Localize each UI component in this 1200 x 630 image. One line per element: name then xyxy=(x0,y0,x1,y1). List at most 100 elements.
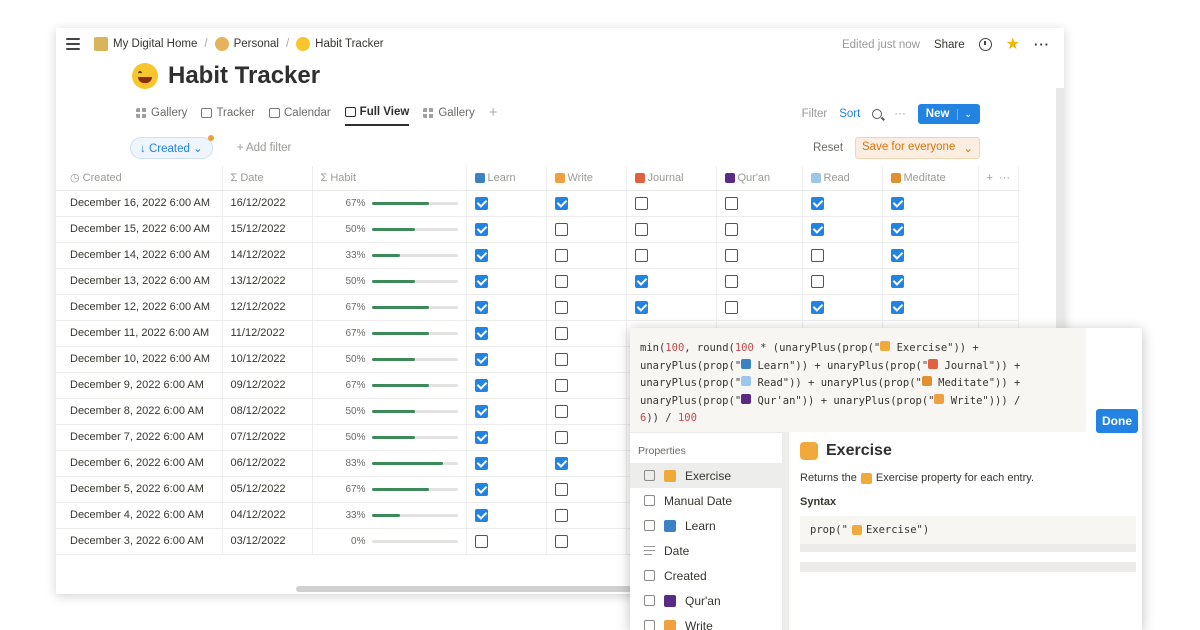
cell-learn[interactable] xyxy=(466,372,547,399)
breadcrumb-personal[interactable]: Personal xyxy=(234,38,279,50)
cell-date[interactable]: 08/12/2022 xyxy=(222,398,313,425)
share-button[interactable]: Share xyxy=(934,39,965,51)
add-view-button[interactable]: + xyxy=(489,104,498,127)
cell-meditate[interactable] xyxy=(882,216,979,243)
cell-write[interactable] xyxy=(546,346,627,373)
cell-write[interactable] xyxy=(546,476,627,503)
cell-journal[interactable] xyxy=(626,190,717,217)
star-icon[interactable]: ★ xyxy=(1006,36,1020,52)
cell-created[interactable]: December 12, 2022 6:00 AM xyxy=(56,294,223,321)
cell-habit[interactable]: 0% xyxy=(312,528,467,555)
tab-gallery[interactable]: Gallery xyxy=(136,107,187,125)
column-header-learn[interactable]: Learn xyxy=(466,166,547,191)
checkbox-write[interactable] xyxy=(554,430,568,444)
cell-meditate[interactable] xyxy=(882,294,979,321)
cell-read[interactable] xyxy=(802,216,883,243)
cell-habit[interactable]: 50% xyxy=(312,216,467,243)
cell-created[interactable]: December 14, 2022 6:00 AM xyxy=(56,242,223,269)
cell-date[interactable]: 12/12/2022 xyxy=(222,294,313,321)
cell-created[interactable]: December 7, 2022 6:00 AM xyxy=(56,424,223,451)
cell-date[interactable]: 11/12/2022 xyxy=(222,320,313,347)
cell-habit[interactable]: 50% xyxy=(312,268,467,295)
cell-journal[interactable] xyxy=(626,242,717,269)
checkbox-meditate[interactable] xyxy=(890,196,904,210)
cell-created[interactable]: December 4, 2022 6:00 AM xyxy=(56,502,223,529)
column-header-created[interactable]: ◷ Created xyxy=(56,166,223,191)
checkbox-write[interactable] xyxy=(554,222,568,236)
tab-calendar[interactable]: Calendar xyxy=(269,107,331,125)
filter-button[interactable]: Filter xyxy=(802,108,828,120)
cell-meditate[interactable] xyxy=(882,190,979,217)
cell-learn[interactable] xyxy=(466,398,547,425)
property-item-write[interactable]: Write xyxy=(630,613,782,630)
checkbox-write[interactable] xyxy=(554,378,568,392)
breadcrumb-home[interactable]: My Digital Home xyxy=(113,38,197,50)
checkbox-journal[interactable] xyxy=(634,274,648,288)
cell-habit[interactable]: 50% xyxy=(312,346,467,373)
cell-habit[interactable]: 50% xyxy=(312,424,467,451)
checkbox-quran[interactable] xyxy=(724,300,738,314)
cell-created[interactable]: December 13, 2022 6:00 AM xyxy=(56,268,223,295)
cell-date[interactable]: 13/12/2022 xyxy=(222,268,313,295)
checkbox-write[interactable] xyxy=(554,300,568,314)
property-item-manual-date[interactable]: Manual Date xyxy=(630,488,782,513)
column-header-quran[interactable]: Qur'an xyxy=(716,166,803,191)
cell-read[interactable] xyxy=(802,268,883,295)
cell-learn[interactable] xyxy=(466,320,547,347)
cell-learn[interactable] xyxy=(466,450,547,477)
checkbox-read[interactable] xyxy=(810,196,824,210)
checkbox-learn[interactable] xyxy=(474,248,488,262)
cell-habit[interactable]: 83% xyxy=(312,450,467,477)
column-header-read[interactable]: Read xyxy=(802,166,883,191)
column-header-write[interactable]: Write xyxy=(546,166,627,191)
cell-created[interactable]: December 3, 2022 6:00 AM xyxy=(56,528,223,555)
checkbox-quran[interactable] xyxy=(724,196,738,210)
checkbox-learn[interactable] xyxy=(474,430,488,444)
cell-created[interactable]: December 10, 2022 6:00 AM xyxy=(56,346,223,373)
column-header-meditate[interactable]: Meditate xyxy=(882,166,979,191)
cell-date[interactable]: 10/12/2022 xyxy=(222,346,313,373)
cell-write[interactable] xyxy=(546,450,627,477)
cell-created[interactable]: December 6, 2022 6:00 AM xyxy=(56,450,223,477)
checkbox-read[interactable] xyxy=(810,248,824,262)
cell-created[interactable]: December 16, 2022 6:00 AM xyxy=(56,190,223,217)
checkbox-learn[interactable] xyxy=(474,196,488,210)
cell-learn[interactable] xyxy=(466,476,547,503)
checkbox-write[interactable] xyxy=(554,326,568,340)
cell-learn[interactable] xyxy=(466,216,547,243)
checkbox-learn[interactable] xyxy=(474,352,488,366)
cell-journal[interactable] xyxy=(626,294,717,321)
more-icon[interactable]: ··· xyxy=(1034,37,1050,52)
cell-date[interactable]: 04/12/2022 xyxy=(222,502,313,529)
menu-icon[interactable] xyxy=(66,38,80,50)
checkbox-meditate[interactable] xyxy=(890,248,904,262)
done-button[interactable]: Done xyxy=(1096,409,1138,433)
table-row[interactable]: December 14, 2022 6:00 AM 14/12/2022 33% xyxy=(56,242,1020,269)
cell-learn[interactable] xyxy=(466,502,547,529)
add-column-button[interactable]: + ··· xyxy=(978,166,1020,191)
cell-meditate[interactable] xyxy=(882,268,979,295)
cell-habit[interactable]: 33% xyxy=(312,502,467,529)
table-row[interactable]: December 16, 2022 6:00 AM 16/12/2022 67% xyxy=(56,190,1020,217)
chevron-down-icon[interactable]: ⌄ xyxy=(963,141,973,155)
checkbox-learn[interactable] xyxy=(474,404,488,418)
cell-write[interactable] xyxy=(546,190,627,217)
cell-learn[interactable] xyxy=(466,528,547,555)
cell-write[interactable] xyxy=(546,502,627,529)
column-header-date[interactable]: Σ Date xyxy=(222,166,313,191)
cell-habit[interactable]: 50% xyxy=(312,398,467,425)
checkbox-learn[interactable] xyxy=(474,534,488,548)
cell-date[interactable]: 16/12/2022 xyxy=(222,190,313,217)
add-filter-button[interactable]: + Add filter xyxy=(237,142,292,154)
checkbox-learn[interactable] xyxy=(474,222,488,236)
checkbox-meditate[interactable] xyxy=(890,300,904,314)
sort-created-pill[interactable]: ↓ Created ⌄ xyxy=(130,135,214,159)
cell-habit[interactable]: 67% xyxy=(312,320,467,347)
cell-date[interactable]: 05/12/2022 xyxy=(222,476,313,503)
cell-created[interactable]: December 9, 2022 6:00 AM xyxy=(56,372,223,399)
reset-button[interactable]: Reset xyxy=(813,142,843,154)
checkbox-learn[interactable] xyxy=(474,378,488,392)
cell-created[interactable]: December 5, 2022 6:00 AM xyxy=(56,476,223,503)
cell-learn[interactable] xyxy=(466,242,547,269)
cell-write[interactable] xyxy=(546,242,627,269)
